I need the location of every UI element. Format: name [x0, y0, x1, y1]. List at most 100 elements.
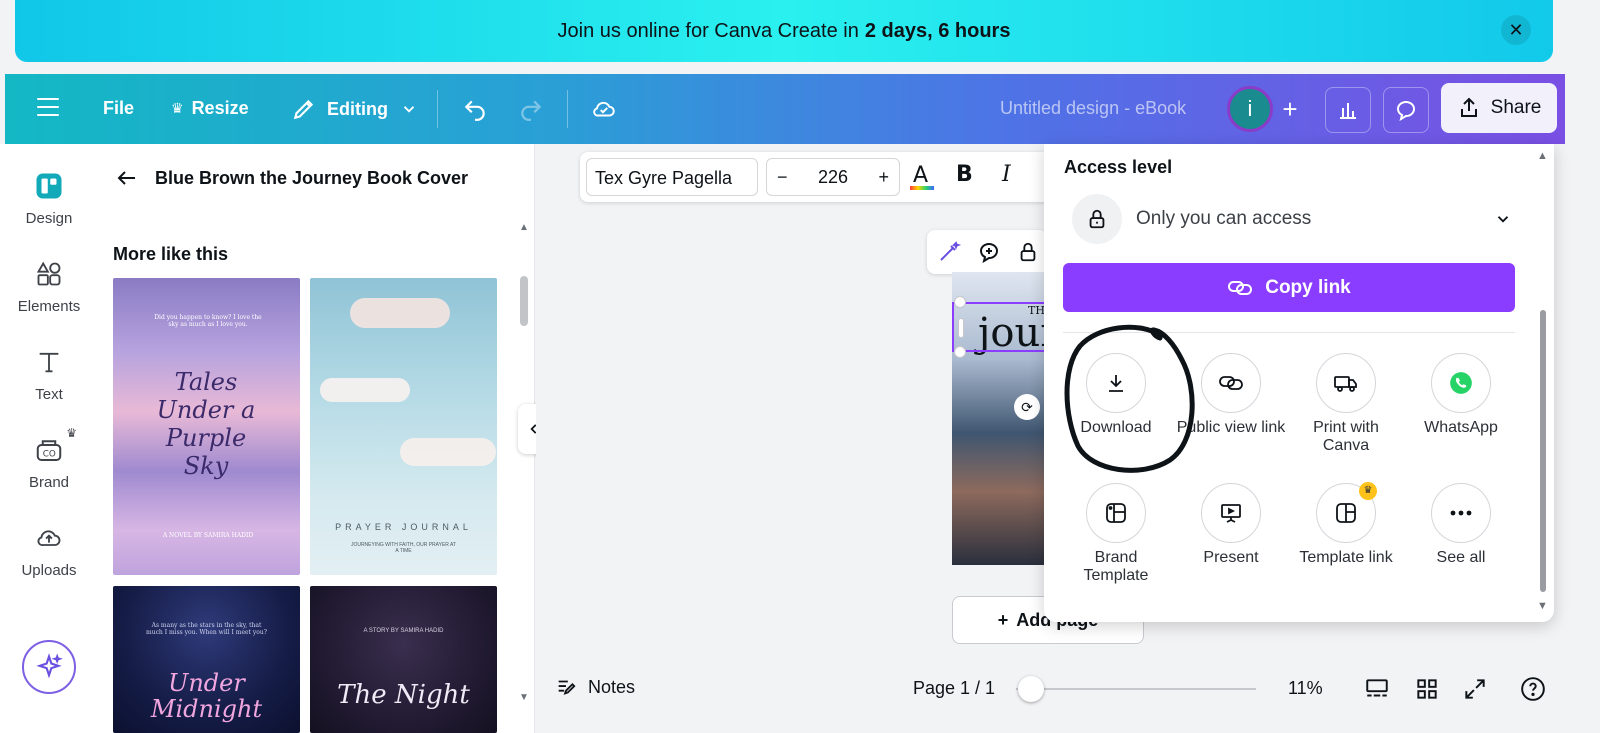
lock-icon[interactable]	[1017, 240, 1039, 264]
file-menu-button[interactable]: File	[103, 98, 134, 119]
zoom-slider-track[interactable]	[1016, 688, 1256, 690]
panel-scrollbar[interactable]	[520, 276, 528, 326]
fullscreen-icon[interactable]	[1462, 676, 1488, 702]
uploads-icon	[29, 518, 69, 558]
present-icon	[1201, 483, 1261, 543]
template-author: A NOVEL BY SAMIRA HADID	[162, 532, 254, 539]
plus-icon: +	[997, 609, 1009, 630]
magic-assistant-button[interactable]	[22, 640, 76, 694]
template-link-option[interactable]: ♛ Template link	[1291, 482, 1401, 567]
rail-item-text[interactable]: Text	[0, 342, 98, 403]
zoom-slider-handle[interactable]	[1018, 676, 1044, 702]
download-option[interactable]: Download	[1061, 353, 1171, 437]
more-icon	[1431, 483, 1491, 543]
bold-button[interactable]: B	[956, 162, 973, 187]
text-color-button[interactable]: A	[908, 162, 936, 198]
template-thumbnail[interactable]: A STORY BY SAMIRA HADID The Night	[310, 586, 497, 733]
brand-icon: CO ♛	[29, 426, 77, 470]
design-icon	[29, 166, 69, 206]
section-heading: More like this	[113, 244, 229, 264]
sparkle-icon	[36, 653, 63, 679]
pencil-icon	[293, 99, 314, 120]
access-level-value: Only you can access	[1136, 208, 1312, 229]
scroll-up-arrow[interactable]: ▲	[519, 222, 529, 233]
bottom-bar: Notes Page 1 / 1 11%	[536, 664, 1600, 714]
magic-edit-icon[interactable]	[937, 240, 961, 264]
increase-size-button[interactable]: +	[878, 167, 889, 188]
decrease-size-button[interactable]: −	[777, 167, 788, 188]
bar-chart-icon	[1340, 103, 1356, 119]
close-icon[interactable]: ✕	[1501, 15, 1531, 45]
resize-button[interactable]: ♛ Resize	[171, 98, 249, 119]
template-title: Under Midnight	[150, 669, 263, 723]
banner-text: Join us online for Canva Create in	[557, 19, 859, 42]
book-cover-page[interactable]: TH journ ⟳	[952, 272, 1052, 565]
see-all-option[interactable]: See all	[1406, 483, 1516, 567]
templates-panel: Blue Brown the Journey Book Cover More l…	[98, 144, 535, 733]
access-level-heading: Access level	[1064, 157, 1173, 177]
panel-header: Blue Brown the Journey Book Cover	[115, 166, 468, 190]
whatsapp-option[interactable]: WhatsApp	[1406, 353, 1516, 437]
share-popup: Access level Only you can access Copy li…	[1044, 144, 1554, 622]
undo-icon[interactable]	[461, 96, 489, 122]
redo-icon[interactable]	[517, 96, 545, 122]
insights-button[interactable]	[1325, 87, 1371, 133]
link-icon	[1228, 280, 1253, 295]
design-title[interactable]: Untitled design - eBook	[1000, 98, 1186, 119]
font-size-value[interactable]: 226	[818, 167, 848, 188]
notes-icon	[558, 680, 576, 695]
divider	[1063, 332, 1515, 333]
download-icon	[1086, 353, 1146, 413]
promo-banner: Join us online for Canva Create in 2 day…	[15, 0, 1553, 62]
zoom-level[interactable]: 11%	[1288, 678, 1323, 699]
print-with-canva-option[interactable]: Print with Canva	[1291, 353, 1401, 455]
scroll-down-arrow[interactable]: ▼	[1537, 600, 1548, 612]
menu-icon[interactable]	[37, 98, 59, 118]
grid-view-icon[interactable]	[1414, 676, 1440, 702]
back-arrow-icon[interactable]	[115, 166, 139, 190]
add-collaborator-icon[interactable]: +	[1275, 94, 1305, 124]
chevron-down-icon	[1497, 216, 1509, 223]
avatar[interactable]: i	[1227, 86, 1273, 132]
panel-title: Blue Brown the Journey Book Cover	[155, 167, 469, 188]
template-thumbnail[interactable]: As many as the stars in the sky, that mu…	[113, 586, 300, 733]
access-level-dropdown[interactable]: Only you can access	[1072, 194, 1512, 244]
rail-item-design[interactable]: Design	[0, 166, 98, 227]
page-view-icon[interactable]	[1364, 676, 1390, 702]
rail-item-uploads[interactable]: Uploads	[0, 518, 98, 579]
add-comment-icon[interactable]	[977, 240, 1001, 264]
chevron-down-icon	[403, 106, 415, 113]
font-family-dropdown[interactable]: Tex Gyre Pagella	[586, 158, 758, 196]
brand-template-icon	[1086, 483, 1146, 543]
template-thumbnail[interactable]: Did you happen to know? I love the sky a…	[113, 278, 300, 575]
scroll-down-arrow[interactable]: ▼	[519, 692, 529, 703]
template-tagline: A STORY BY SAMIRA HADID	[363, 628, 444, 634]
template-thumbnail[interactable]: PRAYER JOURNAL JOURNEYING WITH FAITH, OU…	[310, 278, 497, 575]
template-title: Tales Under a Purple Sky	[156, 368, 256, 480]
rail-item-brand[interactable]: CO ♛ Brand	[0, 426, 98, 491]
truck-icon	[1316, 353, 1376, 413]
template-tagline: As many as the stars in the sky, that mu…	[146, 622, 267, 636]
scroll-up-arrow[interactable]: ▲	[1537, 150, 1548, 162]
rail-item-elements[interactable]: Elements	[0, 254, 98, 315]
editing-mode-button[interactable]: Editing	[291, 96, 418, 122]
popup-scrollbar[interactable]	[1540, 310, 1546, 592]
help-icon[interactable]	[1520, 676, 1546, 702]
font-size-stepper[interactable]: − 226 +	[766, 158, 900, 196]
copy-link-button[interactable]: Copy link	[1063, 263, 1515, 312]
rotate-handle-icon[interactable]: ⟳	[1014, 394, 1040, 420]
italic-button[interactable]: I	[1002, 162, 1011, 187]
template-title: PRAYER JOURNAL	[335, 522, 472, 532]
notes-button[interactable]: Notes	[554, 676, 635, 698]
brand-template-option[interactable]: Brand Template	[1061, 483, 1171, 585]
page-indicator[interactable]: Page 1 / 1	[913, 678, 995, 699]
cloud-saved-icon[interactable]	[589, 96, 619, 122]
element-quick-actions	[927, 230, 1047, 274]
present-option[interactable]: Present	[1176, 483, 1286, 567]
share-button[interactable]: Share	[1441, 83, 1557, 133]
public-view-link-option[interactable]: Public view link	[1176, 353, 1286, 437]
comment-icon	[1396, 101, 1415, 122]
share-icon	[1460, 97, 1477, 117]
comments-button[interactable]	[1383, 87, 1429, 133]
elements-icon	[29, 254, 69, 294]
